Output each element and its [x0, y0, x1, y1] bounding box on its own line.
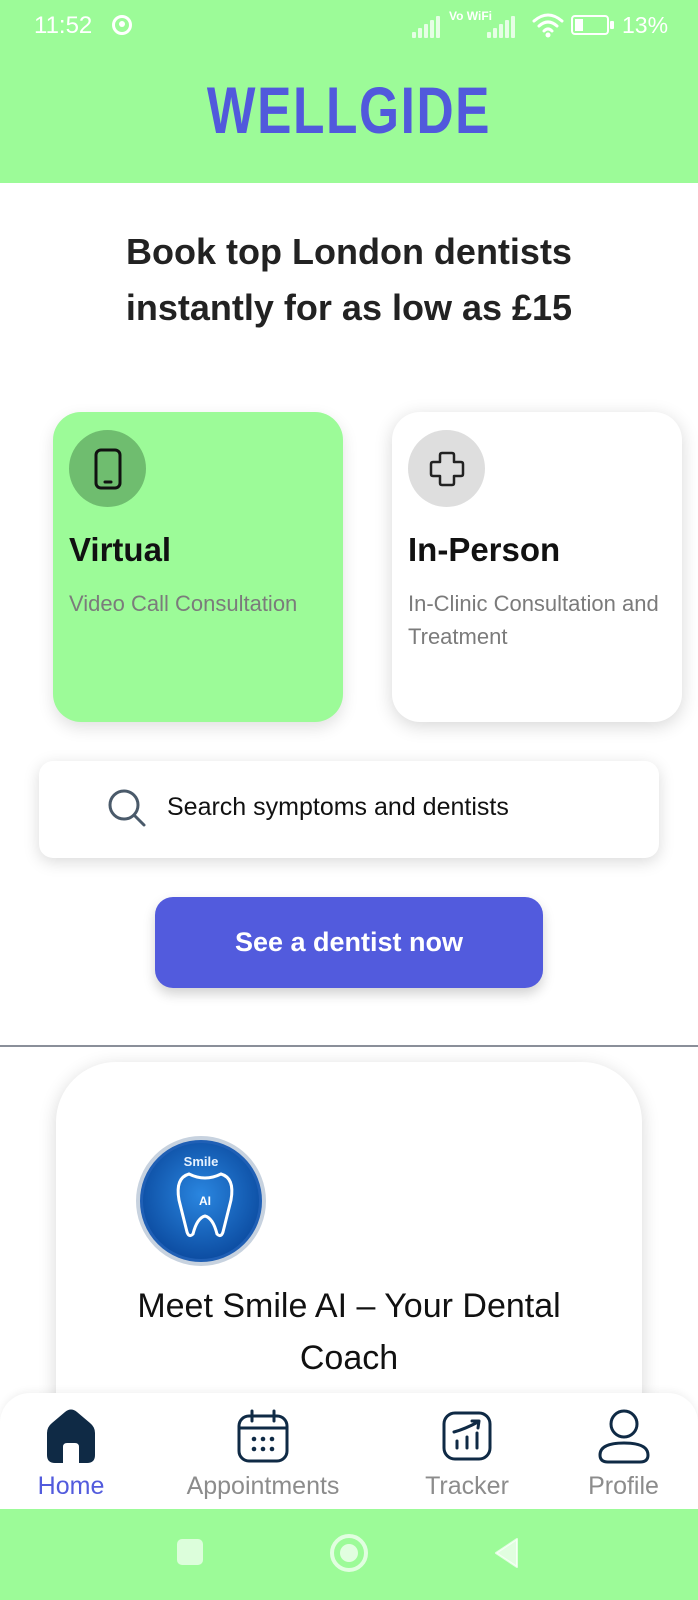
search-icon: [108, 789, 146, 827]
smile-ai-badge-ai: AI: [199, 1194, 211, 1208]
status-time: 11:52: [34, 12, 93, 39]
recent-apps-icon[interactable]: [175, 1537, 205, 1567]
virtual-consultation-card[interactable]: Virtual Video Call Consultation: [53, 412, 343, 722]
notification-icon: [112, 15, 132, 35]
app-logo: WELLGIDE: [206, 73, 492, 147]
status-bar: 11:52 Vo WiFi 13%: [0, 0, 698, 52]
nav-label: Tracker: [425, 1472, 509, 1500]
smile-ai-logo: Smile AI: [136, 1136, 266, 1266]
user-icon: [596, 1404, 652, 1468]
signal-icon-2: [487, 16, 515, 38]
smile-ai-title: Meet Smile AI – Your Dental Coach: [137, 1287, 561, 1377]
bottom-navigation: Home Appointments Tracker Profile: [0, 1393, 698, 1509]
calendar-icon: [236, 1404, 290, 1468]
phone-icon: [69, 430, 146, 507]
search-bar[interactable]: Search symptoms and dentists: [39, 761, 659, 858]
nav-appointments[interactable]: Appointments: [168, 1393, 358, 1509]
nav-profile[interactable]: Profile: [576, 1393, 671, 1509]
home-button-icon[interactable]: [329, 1533, 369, 1573]
system-navigation-bar: [0, 1509, 698, 1600]
nav-home[interactable]: Home: [26, 1393, 116, 1509]
nav-label: Home: [37, 1472, 105, 1500]
home-icon: [43, 1404, 99, 1468]
wifi-icon: [532, 13, 564, 38]
nav-label: Profile: [588, 1472, 659, 1500]
section-divider: [0, 1045, 698, 1047]
plus-icon: [408, 430, 485, 507]
nav-label: Appointments: [186, 1472, 340, 1500]
smile-ai-badge-text: Smile: [183, 1154, 219, 1169]
tooth-icon: AI: [176, 1172, 234, 1238]
app-header: 11:52 Vo WiFi 13% WELLGIDE: [0, 0, 698, 183]
card-subtitle: In-Clinic Consultation and Treatment: [408, 591, 659, 649]
search-placeholder: Search symptoms and dentists: [167, 793, 509, 821]
see-dentist-now-button[interactable]: See a dentist now: [155, 897, 543, 988]
card-title: Virtual: [69, 531, 172, 568]
battery-icon: [571, 15, 614, 35]
in-person-consultation-card[interactable]: In-Person In-Clinic Consultation and Tre…: [392, 412, 682, 722]
page-headline: Book top London dentists instantly for a…: [125, 231, 573, 328]
card-subtitle: Video Call Consultation: [69, 591, 298, 616]
signal-icon: [412, 16, 440, 38]
card-title: In-Person: [408, 531, 561, 568]
battery-percent: 13%: [622, 12, 669, 38]
nav-tracker[interactable]: Tracker: [412, 1393, 522, 1509]
back-icon[interactable]: [492, 1537, 522, 1569]
chart-icon: [441, 1404, 493, 1468]
network-label: Vo WiFi: [449, 9, 492, 23]
